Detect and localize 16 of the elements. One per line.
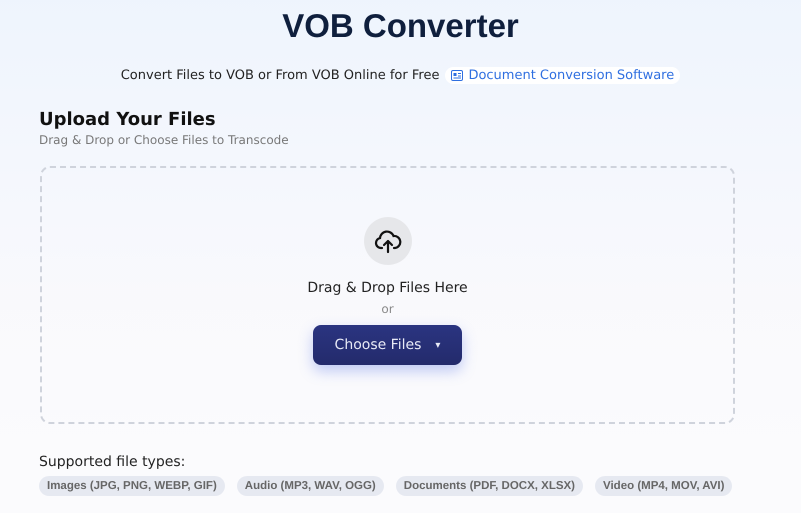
page-title: VOB Converter (281, 6, 520, 46)
drop-prompt: Drag & Drop Files Here (307, 280, 468, 296)
upload-hint: Drag & Drop or Choose Files to Transcode (39, 133, 290, 147)
software-link[interactable]: Document Conversion Software (445, 66, 680, 84)
subtitle: Convert Files to VOB or From VOB Online for Free (120, 68, 440, 82)
file-type-tag: Audio (MP3, WAV, OGG) (236, 476, 384, 496)
or-label: or (381, 302, 394, 316)
supported-label: Supported file types: (39, 454, 186, 470)
file-type-tag: Documents (PDF, DOCX, XLSX) (396, 476, 584, 496)
file-type-tag: Images (JPG, PNG, WEBP, GIF) (39, 476, 225, 496)
file-type-tag: Video (MP4, MOV, AVI) (595, 476, 732, 496)
drop-zone[interactable]: Drag & Drop Files Here or Choose Files ▾ (40, 166, 735, 424)
upload-heading: Upload Your Files (39, 109, 217, 131)
choose-files-button[interactable]: Choose Files ▾ (313, 325, 462, 365)
document-icon (451, 70, 464, 80)
upload-icon (364, 217, 412, 265)
